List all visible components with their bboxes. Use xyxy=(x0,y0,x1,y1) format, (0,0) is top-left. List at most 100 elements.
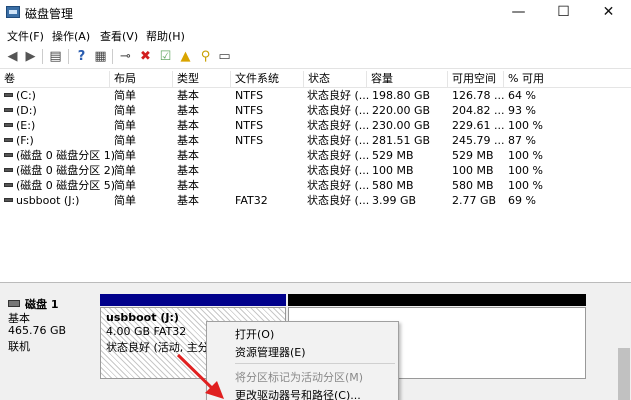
layout-cell: 简单 xyxy=(114,179,136,192)
capacity-cell: 100 MB xyxy=(372,164,414,177)
volume-name: (D:) xyxy=(4,104,37,119)
menu-view[interactable]: 查看(V) xyxy=(100,28,138,44)
connect-icon[interactable]: ⊸ xyxy=(118,49,133,64)
status-cell: 状态良好 (... xyxy=(307,179,370,192)
capacity-cell: 230.00 GB xyxy=(372,119,431,132)
vertical-scrollbar[interactable] xyxy=(618,348,630,400)
free-space-cell: 529 MB xyxy=(452,149,494,162)
partition-size-fs: 4.00 GB FAT32 xyxy=(106,325,187,338)
volume-name: (E:) xyxy=(4,119,35,134)
layout-cell: 简单 xyxy=(114,164,136,177)
filesystem-cell: NTFS xyxy=(235,134,264,147)
status-cell: 状态良好 (... xyxy=(307,149,370,162)
menu-item-explorer[interactable]: 资源管理器(E) xyxy=(235,344,306,360)
context-menu: 打开(O) 资源管理器(E) 将分区标记为活动分区(M) 更改驱动器号和路径(C… xyxy=(206,321,399,400)
disk-state: 联机 xyxy=(8,340,30,353)
title-bar: 磁盘管理 — ☐ ✕ xyxy=(0,0,631,25)
back-icon[interactable]: ◀ xyxy=(5,49,20,64)
help-icon[interactable]: ? xyxy=(74,49,89,64)
table-row[interactable]: (D:) 简单 基本 NTFS 状态良好 (... 220.00 GB 204.… xyxy=(0,104,631,119)
column-status[interactable]: 状态 xyxy=(304,71,367,88)
free-space-cell: 126.78 ... xyxy=(452,89,505,102)
filesystem-cell: NTFS xyxy=(235,89,264,102)
type-cell: 基本 xyxy=(177,119,199,132)
check-icon[interactable]: ☑ xyxy=(158,49,173,64)
menu-action[interactable]: 操作(A) xyxy=(52,28,90,44)
free-space-cell: 580 MB xyxy=(452,179,494,192)
percent-free-cell: 69 % xyxy=(508,194,536,207)
capacity-cell: 529 MB xyxy=(372,149,414,162)
menu-item-change-drive-letter[interactable]: 更改驱动器号和路径(C)... xyxy=(235,387,361,400)
column-percent-free[interactable]: % 可用 xyxy=(504,71,631,88)
percent-free-cell: 100 % xyxy=(508,149,543,162)
volume-icon xyxy=(4,108,13,112)
column-volume[interactable]: 卷 xyxy=(0,71,110,88)
table-row[interactable]: (磁盘 0 磁盘分区 2) 简单 基本 状态良好 (... 100 MB 100… xyxy=(0,164,631,179)
volume-name: (磁盘 0 磁盘分区 2) xyxy=(4,164,115,179)
volume-icon xyxy=(4,168,13,172)
minimize-button[interactable]: — xyxy=(496,0,541,25)
percent-free-cell: 100 % xyxy=(508,119,543,132)
disk-management-icon xyxy=(6,6,20,18)
toolbar-separator xyxy=(68,49,69,64)
free-space-cell: 229.61 ... xyxy=(452,119,505,132)
volume-name-text: (磁盘 0 磁盘分区 2) xyxy=(16,164,116,177)
filesystem-cell: FAT32 xyxy=(235,194,268,207)
folder-up-icon[interactable]: ▲ xyxy=(178,49,193,64)
disk-icon xyxy=(8,300,20,307)
type-cell: 基本 xyxy=(177,179,199,192)
volume-icon xyxy=(4,153,13,157)
layout-cell: 简单 xyxy=(114,119,136,132)
capacity-cell: 580 MB xyxy=(372,179,414,192)
table-row[interactable]: (F:) 简单 基本 NTFS 状态良好 (... 281.51 GB 245.… xyxy=(0,134,631,149)
table-row[interactable]: (C:) 简单 基本 NTFS 状态良好 (... 198.80 GB 126.… xyxy=(0,89,631,104)
volume-icon xyxy=(4,183,13,187)
column-layout[interactable]: 布局 xyxy=(110,71,173,88)
partition-name: usbboot (J:) xyxy=(106,311,179,324)
column-filesystem[interactable]: 文件系统 xyxy=(231,71,304,88)
search-icon[interactable]: ⚲ xyxy=(198,49,213,64)
volume-name: usbboot (J:) xyxy=(4,194,79,209)
layout-cell: 简单 xyxy=(114,134,136,147)
console-tree-icon[interactable]: ▤ xyxy=(48,49,63,64)
status-cell: 状态良好 (... xyxy=(307,194,370,207)
properties-icon[interactable]: ▦ xyxy=(93,49,108,64)
menu-file[interactable]: 文件(F) xyxy=(7,28,44,44)
column-capacity[interactable]: 容量 xyxy=(367,71,448,88)
list-icon[interactable]: ▭ xyxy=(217,49,232,64)
free-space-cell: 204.82 ... xyxy=(452,104,505,117)
column-free-space[interactable]: 可用空间 xyxy=(448,71,504,88)
table-row[interactable]: (磁盘 0 磁盘分区 5) 简单 基本 状态良好 (... 580 MB 580… xyxy=(0,179,631,194)
column-type[interactable]: 类型 xyxy=(173,71,231,88)
menu-help[interactable]: 帮助(H) xyxy=(146,28,185,44)
table-row[interactable]: usbboot (J:) 简单 基本 FAT32 状态良好 (... 3.99 … xyxy=(0,194,631,209)
primary-partition-bar xyxy=(100,294,286,306)
capacity-cell: 3.99 GB xyxy=(372,194,417,207)
volume-icon xyxy=(4,123,13,127)
status-cell: 状态良好 (... xyxy=(307,164,370,177)
usb-volume-icon xyxy=(4,198,13,202)
disk-name: 磁盘 1 xyxy=(25,298,59,311)
table-row[interactable]: (磁盘 0 磁盘分区 1) 简单 基本 状态良好 (... 529 MB 529… xyxy=(0,149,631,164)
free-space-cell: 2.77 GB xyxy=(452,194,497,207)
volume-name: (C:) xyxy=(4,89,36,104)
volume-name: (F:) xyxy=(4,134,34,149)
menu-bar: 文件(F) 操作(A) 查看(V) 帮助(H) xyxy=(0,25,631,45)
disk-info-panel[interactable]: 磁盘 1 基本 465.76 GB 联机 xyxy=(4,291,96,400)
table-row[interactable]: (E:) 简单 基本 NTFS 状态良好 (... 230.00 GB 229.… xyxy=(0,119,631,134)
volume-name-text: (E:) xyxy=(16,119,36,132)
menu-item-open[interactable]: 打开(O) xyxy=(235,326,274,342)
volume-icon xyxy=(4,138,13,142)
close-button[interactable]: ✕ xyxy=(586,0,631,25)
delete-icon[interactable]: ✖ xyxy=(138,49,153,64)
type-cell: 基本 xyxy=(177,149,199,162)
toolbar: ◀ ▶ ▤ ? ▦ ⊸ ✖ ☑ ▲ ⚲ ▭ xyxy=(0,45,631,69)
disk-size: 465.76 GB xyxy=(8,324,67,337)
filesystem-cell: NTFS xyxy=(235,119,264,132)
maximize-button[interactable]: ☐ xyxy=(541,0,586,25)
window-title: 磁盘管理 xyxy=(25,7,74,21)
forward-icon[interactable]: ▶ xyxy=(23,49,38,64)
volume-name-text: (F:) xyxy=(16,134,34,147)
status-cell: 状态良好 (... xyxy=(307,119,370,132)
volume-icon xyxy=(4,93,13,97)
